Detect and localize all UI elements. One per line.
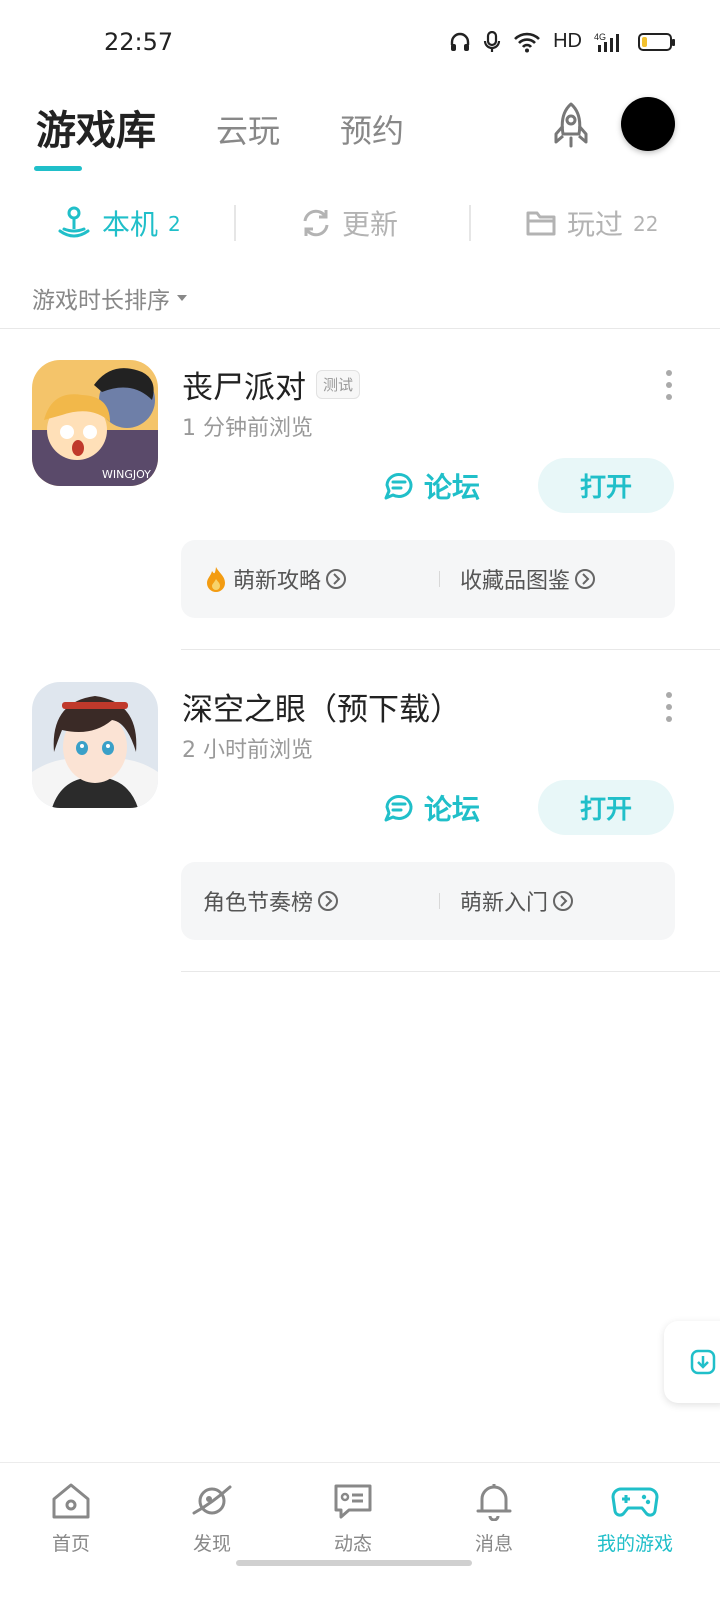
- status-bar: 22:57 HD 4G: [0, 0, 720, 90]
- beta-tag: 测试: [316, 370, 361, 399]
- subtab-local-label: 本机: [102, 208, 159, 241]
- home-icon: [52, 1483, 90, 1519]
- status-time: 22:57: [104, 28, 174, 56]
- sort-dropdown[interactable]: 游戏时长排序: [32, 281, 188, 315]
- subtab-played[interactable]: 玩过 22: [525, 198, 658, 248]
- rocket-icon: [554, 102, 588, 148]
- nav-label: 消息: [474, 1533, 513, 1555]
- nav-feed[interactable]: 动态: [303, 1481, 403, 1556]
- avatar[interactable]: [621, 97, 675, 151]
- floating-download-button[interactable]: [664, 1321, 720, 1403]
- card-divider: [181, 971, 720, 972]
- game-title-row: 深空之眼（预下载）: [182, 684, 461, 729]
- header-tabs: 游戏库 云玩 预约: [36, 98, 464, 156]
- tab-cloud-play[interactable]: 云玩: [216, 106, 280, 152]
- subtab-updates-label: 更新: [342, 208, 399, 241]
- link-beginner-guide[interactable]: 萌新攻略: [203, 540, 347, 618]
- sort-label: 游戏时长排序: [32, 288, 170, 314]
- open-game-button[interactable]: 打开: [538, 458, 674, 513]
- wifi-icon: [514, 32, 541, 52]
- links-divider: [439, 571, 440, 587]
- nav-label: 动态: [333, 1533, 372, 1555]
- subtab-played-label: 玩过: [567, 208, 624, 241]
- nav-label: 首页: [51, 1533, 90, 1555]
- refresh-icon: [303, 209, 329, 237]
- status-icons: HD 4G: [449, 30, 675, 53]
- network-label: HD: [553, 30, 582, 52]
- fire-icon: [207, 567, 225, 592]
- quick-links: 萌新攻略 收藏品图鉴: [181, 540, 675, 618]
- nav-messages[interactable]: 消息: [444, 1481, 544, 1556]
- subtab-divider: [234, 205, 236, 241]
- joystick-icon: [58, 206, 90, 238]
- bottom-nav: 首页 发现 动态 消息 我的游戏: [0, 1462, 720, 1600]
- tab-reservations[interactable]: 预约: [340, 106, 404, 152]
- game-name[interactable]: 丧尸派对: [182, 362, 306, 407]
- headphones-icon: [450, 32, 470, 51]
- signal-icon: 4G: [594, 32, 619, 52]
- game-title-row: 丧尸派对 测试: [182, 362, 361, 407]
- rocket-button[interactable]: [546, 100, 596, 150]
- link-label: 角色节奏榜: [203, 891, 314, 916]
- link-beginner-intro[interactable]: 萌新入门: [460, 862, 574, 940]
- forum-label: 论坛: [424, 471, 481, 504]
- subtab-local[interactable]: 本机 2: [56, 198, 181, 248]
- forum-button[interactable]: 论坛: [382, 788, 480, 828]
- subtab-updates[interactable]: 更新: [300, 198, 398, 248]
- game-name[interactable]: 深空之眼（预下载）: [182, 684, 461, 729]
- link-label: 萌新入门: [460, 891, 549, 916]
- more-options-button[interactable]: [662, 692, 676, 722]
- chevron-right-circle-icon: [575, 569, 596, 589]
- forum-icon: [384, 795, 413, 822]
- active-tab-indicator: [34, 166, 82, 171]
- nav-label: 发现: [192, 1533, 231, 1555]
- more-options-button[interactable]: [662, 370, 676, 400]
- caret-down-icon: [177, 295, 187, 301]
- chevron-right-circle-icon: [326, 569, 347, 589]
- sub-tabs: 本机 2 更新 玩过 22: [0, 198, 720, 248]
- link-label: 萌新攻略: [233, 569, 322, 594]
- nav-discover[interactable]: 发现: [162, 1481, 262, 1556]
- forum-icon: [384, 473, 413, 500]
- nav-home[interactable]: 首页: [21, 1481, 121, 1556]
- quick-links: 角色节奏榜 萌新入门: [181, 862, 675, 940]
- svg-text:WINGJOY: WINGJOY: [102, 468, 151, 481]
- folder-icon: [526, 211, 556, 236]
- tab-game-library[interactable]: 游戏库: [36, 98, 156, 156]
- planet-icon: [192, 1485, 232, 1515]
- game-icon-deep-space-eye[interactable]: [32, 682, 158, 808]
- card-divider: [181, 649, 720, 650]
- open-game-button[interactable]: 打开: [538, 780, 674, 835]
- subtab-divider: [469, 205, 471, 241]
- chat-icon: [334, 1484, 372, 1519]
- link-character-tier[interactable]: 角色节奏榜: [203, 862, 339, 940]
- home-indicator[interactable]: [236, 1560, 472, 1566]
- battery-icon: [638, 32, 675, 51]
- chevron-right-circle-icon: [318, 891, 339, 911]
- nav-my-games[interactable]: 我的游戏: [585, 1481, 685, 1556]
- svg-text:4G: 4G: [594, 32, 606, 42]
- links-divider: [439, 893, 440, 909]
- link-label: 收藏品图鉴: [460, 569, 571, 594]
- nav-label: 我的游戏: [596, 1533, 673, 1555]
- bell-icon: [476, 1484, 512, 1521]
- open-label: 打开: [579, 795, 632, 825]
- last-viewed: 1 分钟前浏览: [182, 416, 313, 441]
- header-divider: [0, 328, 720, 329]
- last-viewed: 2 小时前浏览: [182, 738, 313, 763]
- forum-button[interactable]: 论坛: [382, 466, 480, 506]
- download-icon: [690, 1349, 716, 1375]
- gamepad-icon: [611, 1487, 659, 1517]
- subtab-played-count: 22: [633, 212, 659, 236]
- microphone-icon: [484, 30, 501, 52]
- game-icon-zombie-party[interactable]: WINGJOY: [32, 360, 158, 486]
- subtab-local-count: 2: [168, 212, 181, 236]
- forum-label: 论坛: [424, 793, 481, 826]
- chevron-right-circle-icon: [553, 891, 574, 911]
- link-collectibles[interactable]: 收藏品图鉴: [460, 540, 596, 618]
- open-label: 打开: [579, 473, 632, 503]
- battery-level: [642, 36, 647, 47]
